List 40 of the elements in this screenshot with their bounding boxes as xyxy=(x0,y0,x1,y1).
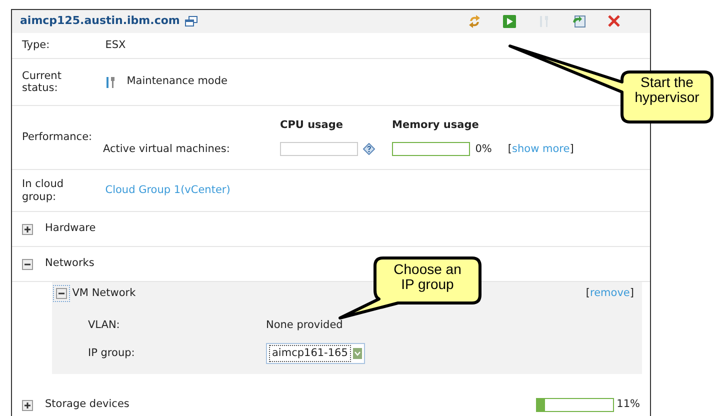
field-value: Maintenance mode xyxy=(126,74,228,90)
ip-group-dropdown[interactable]: aimcp161-165 xyxy=(266,342,365,364)
section-title: Networks xyxy=(45,256,94,272)
field-label: In cloud group: xyxy=(22,178,65,203)
show-more-link[interactable]: show more xyxy=(512,142,570,154)
play-icon[interactable] xyxy=(503,15,516,28)
field-label: Performance: xyxy=(22,131,94,144)
window-icon[interactable] xyxy=(185,16,198,27)
cloud-group-link[interactable]: Cloud Group 1(vCenter) xyxy=(105,182,230,198)
bracket-text: [ xyxy=(508,142,512,154)
field-value: None provided xyxy=(266,318,344,333)
callout-text: Start the hypervisor xyxy=(634,75,700,106)
network-name: VM Network xyxy=(72,286,136,301)
sync-icon[interactable] xyxy=(572,15,586,28)
column-heading: CPU usage xyxy=(280,118,344,133)
section-title: Hardware xyxy=(45,221,96,236)
field-label: Type: xyxy=(22,39,51,52)
expand-toggle[interactable] xyxy=(22,224,33,234)
collapse-toggle[interactable] xyxy=(22,258,33,270)
arrows-icon[interactable] xyxy=(468,15,481,28)
section-title: Storage devices xyxy=(45,397,130,412)
close-icon[interactable] xyxy=(608,15,620,28)
field-label: Active virtual machines: xyxy=(102,142,231,156)
callout-text: Choose an IP group xyxy=(392,262,462,293)
tools-icon xyxy=(105,76,116,88)
expand-toggle[interactable] xyxy=(22,400,33,410)
remove-link[interactable]: remove xyxy=(590,287,630,299)
bracket-text: ] xyxy=(570,142,574,154)
field-label: VLAN: xyxy=(88,318,121,333)
field-label: IP group: xyxy=(88,346,136,360)
percent-value: 0% xyxy=(475,142,492,156)
column-heading: Memory usage xyxy=(392,118,480,133)
field-label: Current status: xyxy=(22,70,62,94)
bracket-text: ] xyxy=(630,287,634,299)
host-title: aimcp125.austin.ibm.com xyxy=(20,13,180,30)
percent-value: 11% xyxy=(616,397,640,412)
help-icon[interactable] xyxy=(363,143,376,156)
collapse-toggle[interactable] xyxy=(56,288,67,300)
field-value: ESX xyxy=(105,38,126,53)
bracket-text: [ xyxy=(586,287,590,299)
